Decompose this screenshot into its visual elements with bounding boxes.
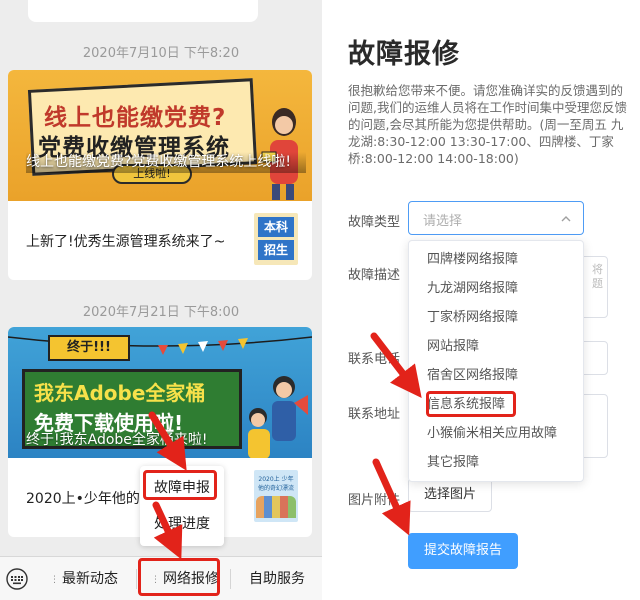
annotation-highlight-box — [138, 558, 220, 596]
timestamp: 2020年7月10日 下午8:20 — [82, 46, 240, 61]
label-fault-description: 故障描述 — [348, 268, 401, 283]
fault-type-dropdown: 四牌楼网络报障 九龙湖网络报障 丁家桥网络报障 网站报障 宿舍区网络报障 信息系… — [408, 240, 584, 482]
article-banner-image[interactable]: 终于!!! 我东Adobe全家桶 免费下载使用啦! 终于!我东Adobe全家桶来… — [8, 327, 312, 458]
banner-headline-1: 线上也能缴党费? — [44, 105, 227, 131]
keyboard-icon[interactable] — [6, 568, 28, 590]
dropdown-option[interactable]: 小猴偷米相关应用故障 — [409, 419, 585, 448]
menu-divider — [136, 569, 137, 589]
form-title: 故障报修 — [348, 39, 460, 70]
fault-report-form-panel: 故障报修 很抱歉给您带来不便。请您准确详实的反馈遇到的问题,我们的运维人员将在工… — [322, 0, 640, 600]
banner-sign: 终于!!! — [48, 335, 130, 361]
article-title[interactable]: 终于!我东Adobe全家桶来啦! — [26, 430, 286, 451]
dropdown-option[interactable]: 四牌楼网络报障 — [409, 245, 585, 274]
previous-card-tail — [28, 0, 258, 22]
submenu-progress[interactable]: 处理进度 — [140, 506, 224, 542]
woman-illustration-icon — [261, 108, 298, 200]
menu-label: 最新动态 — [62, 571, 118, 587]
thumbnail-crowd-image — [256, 496, 296, 518]
label-attachment: 图片附件 — [348, 493, 401, 508]
choose-image-button[interactable]: 选择图片 — [408, 478, 492, 512]
form-intro-text: 很抱歉给您带来不便。请您准确详实的反馈遇到的问题,我们的运维人员将在工作时间集中… — [348, 83, 627, 166]
article-title[interactable]: 线上也能缴党费?党费收缴管理系统上线啦! — [26, 152, 306, 173]
label-fault-type: 故障类型 — [348, 215, 401, 230]
menu-self-service[interactable]: 自助服务 — [232, 557, 322, 600]
timestamp: 2020年7月21日 下午8:00 — [82, 305, 240, 320]
thumbnail-text: 本科 — [258, 217, 294, 237]
thumbnail-text: 招生 — [258, 240, 294, 260]
dropdown-option[interactable]: 九龙湖网络报障 — [409, 274, 585, 303]
thumbnail-text: 2020上 少年他的奇幻漂流 — [257, 476, 294, 492]
menu-label: 自助服务 — [249, 571, 305, 587]
dropdown-option[interactable]: 宿舍区网络报障 — [409, 361, 585, 390]
annotation-highlight-box — [143, 470, 217, 500]
sub-article-thumbnail[interactable]: 本科 招生 — [254, 213, 298, 265]
article-banner-image[interactable]: 线上也能缴党费? 党费收缴管理系统 上线啦! 线上也能缴党费?党费收缴管理系统上… — [8, 70, 312, 201]
fault-type-select[interactable]: 请选择 — [408, 201, 584, 235]
dropdown-option[interactable]: 其它报障 — [409, 448, 585, 477]
wechat-feed-panel: 2020年7月10日 下午8:20 线上也能缴党费? 党费收缴管理系统 上线啦!… — [0, 0, 322, 600]
sub-article-title[interactable]: 2020上•少年他的 — [26, 488, 140, 508]
menu-latest-news[interactable]: ⋮ 最新动态 — [34, 557, 134, 600]
sub-article-title[interactable]: 上新了!优秀生源管理系统来了~ — [26, 231, 225, 251]
article-card-party-fee[interactable]: 线上也能缴党费? 党费收缴管理系统 上线啦! 线上也能缴党费?党费收缴管理系统上… — [8, 70, 312, 280]
dropdown-option[interactable]: 网站报障 — [409, 332, 585, 361]
select-placeholder: 请选择 — [423, 214, 463, 229]
banner-headline-1: 我东Adobe全家桶 — [34, 381, 206, 405]
textarea-placeholder: 将 题 — [592, 263, 603, 290]
menu-dots-icon: ⋮ — [50, 575, 59, 585]
chevron-up-icon — [561, 216, 571, 222]
label-phone: 联系电话 — [348, 352, 401, 367]
menu-divider — [230, 569, 231, 589]
sub-article-thumbnail[interactable]: 2020上 少年他的奇幻漂流 — [254, 470, 298, 522]
submit-report-button[interactable]: 提交故障报告 — [408, 533, 518, 569]
sub-article-row[interactable]: 上新了!优秀生源管理系统来了~ 本科 招生 — [8, 201, 312, 280]
dropdown-option[interactable]: 丁家桥网络报障 — [409, 303, 585, 332]
label-address: 联系地址 — [348, 407, 401, 422]
annotation-highlight-box — [426, 391, 516, 417]
